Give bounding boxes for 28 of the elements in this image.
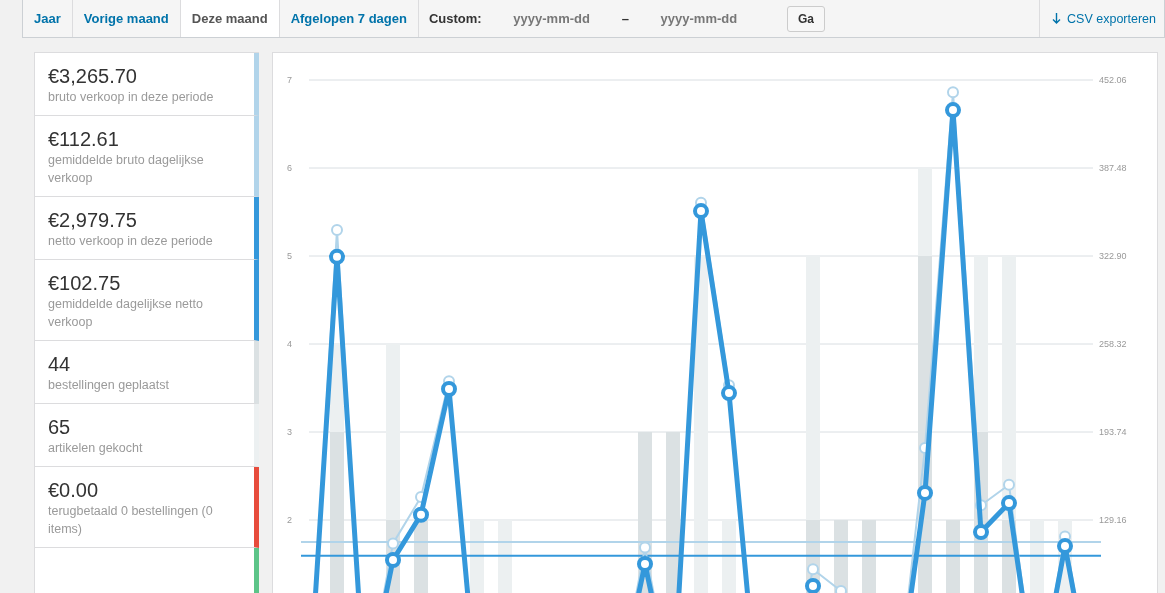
legend-value: €102.75 [48,271,122,295]
custom-label: Custom: [428,11,482,26]
legend-value: 65 [48,415,72,439]
axis-label: 387.48 [1099,163,1127,173]
axis-label: 322.90 [1099,251,1127,261]
axis-label: 5 [287,251,292,261]
legend-label: bruto verkoop in deze periode [48,89,215,106]
legend-value: €0.00 [48,478,100,502]
axis-label: 4 [287,339,292,349]
axis-label: 129.16 [1099,515,1127,525]
legend-value: €112.61 [48,127,120,151]
legend-label: gemiddelde bruto dagelijkse verkoop [48,152,205,187]
legend-value: €2,979.75 [48,208,138,232]
axis-label: 193.74 [1099,427,1127,437]
legend-label: terugbetaald 0 bestellingen (0 items) [48,503,214,538]
legend-label: artikelen gekocht [48,440,144,457]
legend-label: netto verkoop in deze periode [48,233,214,250]
legend-value: 44 [48,352,72,376]
axis-label: 3 [287,427,292,437]
axis-label: 6 [287,163,292,173]
legend-label: bestellingen geplaatst [48,377,170,394]
separator: – [621,11,629,26]
axis-label: 2 [287,515,292,525]
legend-value: €3,265.70 [48,64,138,88]
axis-label: 7 [287,75,292,85]
axis-label: 452.06 [1099,75,1127,85]
legend-label: gemiddelde dagelijkse netto verkoop [48,296,204,331]
axis-label: 258.32 [1099,339,1127,349]
